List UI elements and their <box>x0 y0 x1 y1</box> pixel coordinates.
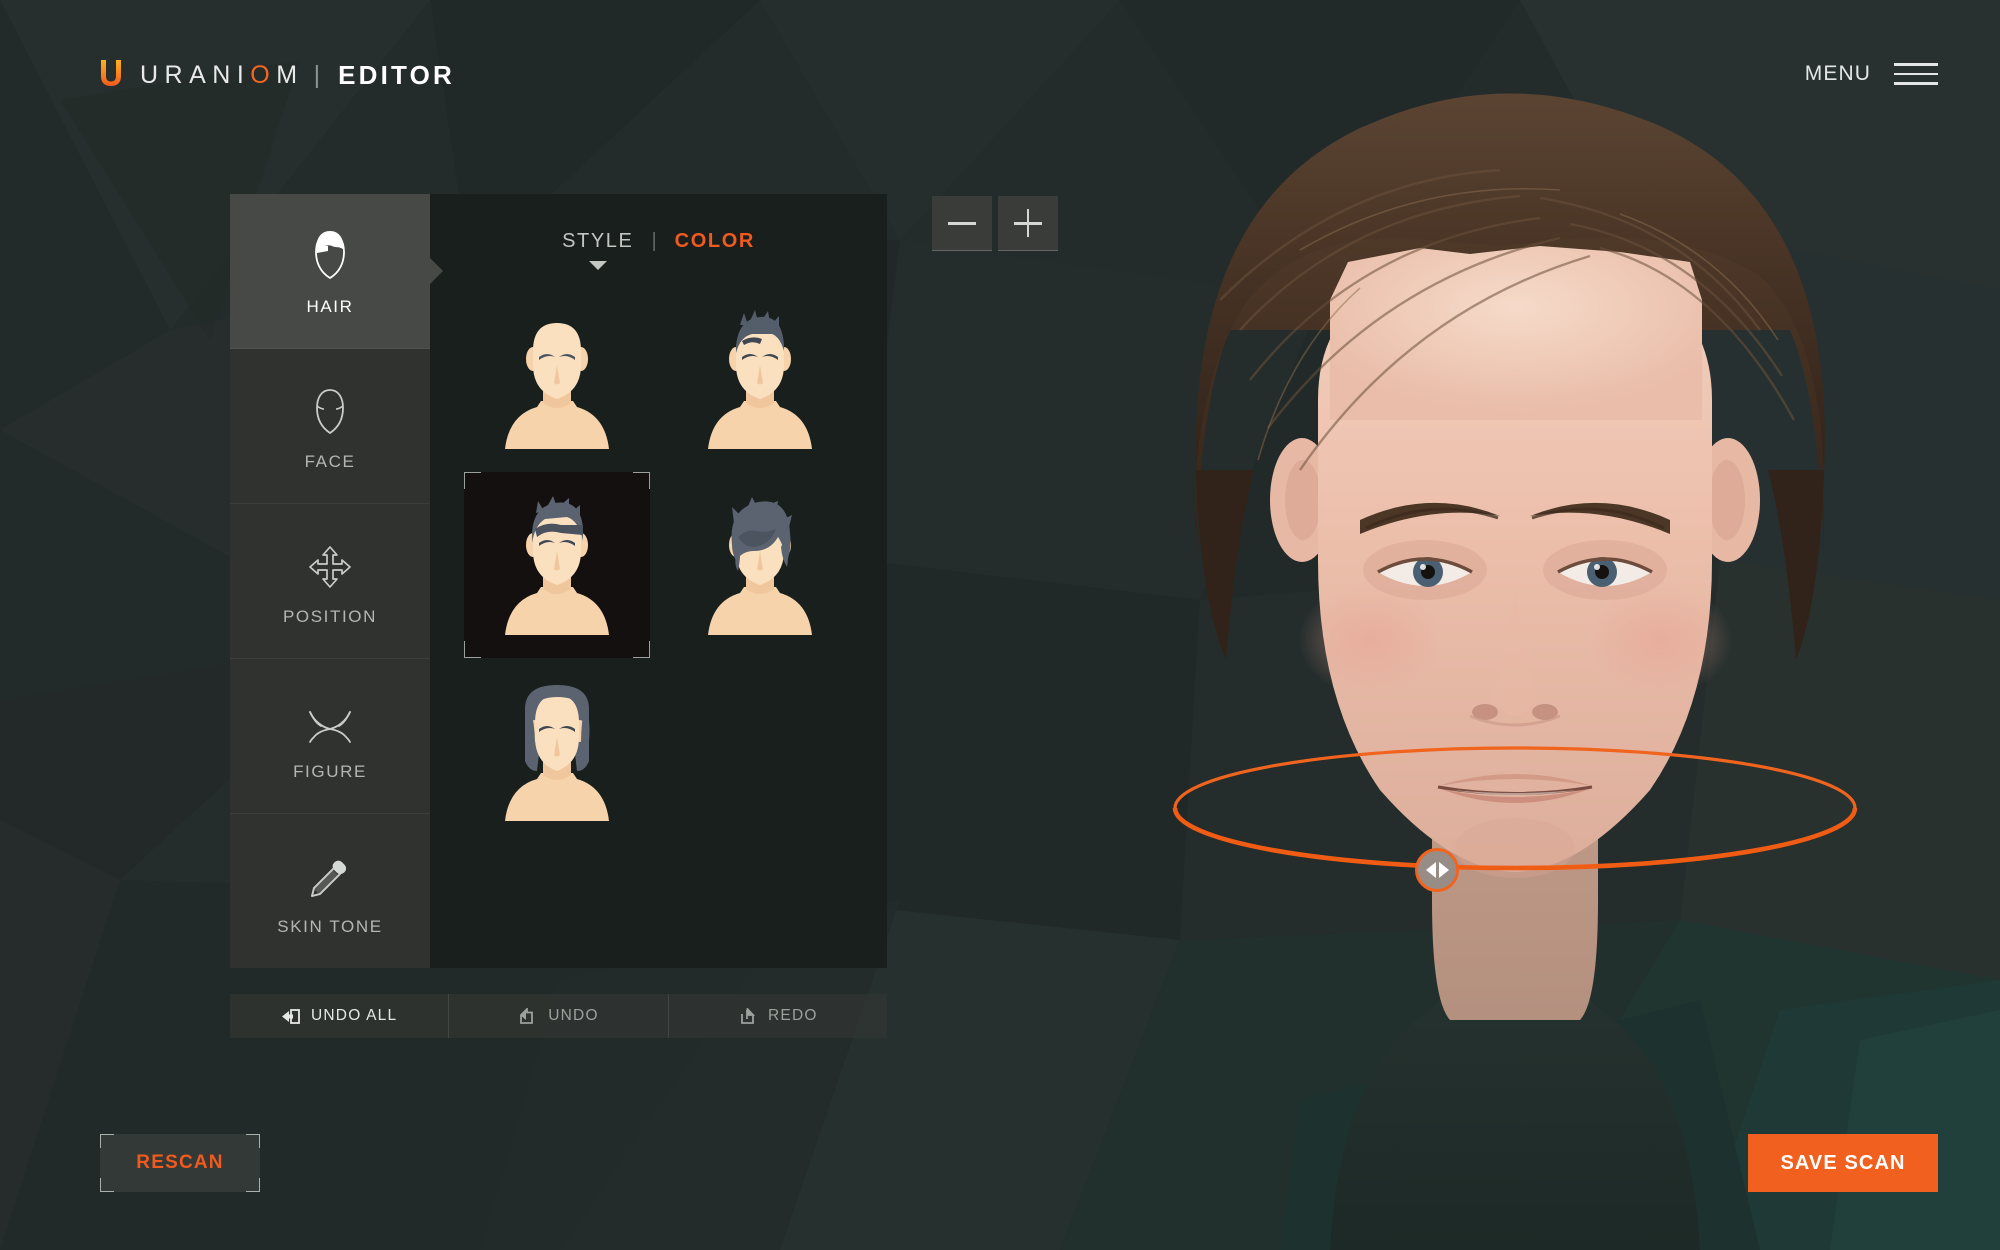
sidebar-label-figure: FIGURE <box>293 761 367 781</box>
redo-label: REDO <box>768 1007 818 1024</box>
hair-head-icon <box>308 226 352 280</box>
menu-button[interactable]: MENU <box>1805 62 1938 86</box>
options-column: STYLE | COLOR <box>430 194 887 968</box>
zoom-controls <box>932 196 1058 251</box>
hairstyle-thumb-bald[interactable] <box>464 286 650 472</box>
undo-label: UNDO <box>548 1007 599 1024</box>
menu-label: MENU <box>1804 62 1871 85</box>
sidebar-item-hair[interactable]: HAIR <box>230 194 443 349</box>
shoulders-icon <box>304 691 356 745</box>
hairstyle-thumb-short-spiky[interactable] <box>667 286 853 472</box>
sidebar-item-figure[interactable]: FIGURE <box>230 659 430 814</box>
undo-button[interactable]: UNDO <box>449 994 669 1038</box>
selection-corner-icon <box>464 641 482 658</box>
hairstyle-thumb-messy-fringe[interactable] <box>667 472 853 658</box>
sidebar-label-position: POSITION <box>282 606 378 626</box>
hairstyle-thumb-short-sidepart[interactable] <box>464 472 651 658</box>
sidebar-label-hair: HAIR <box>306 296 354 316</box>
avatar-3d-viewport[interactable] <box>1000 0 2000 1250</box>
undo-all-icon <box>281 1008 300 1025</box>
hairstyle-thumb-medium-bob[interactable] <box>464 658 650 844</box>
zoom-out-button[interactable] <box>932 196 992 251</box>
bracket-corner-icon <box>246 1134 260 1148</box>
brand-editor-label: EDITOR <box>338 59 456 90</box>
sidebar-item-face[interactable]: FACE <box>230 349 430 504</box>
hamburger-icon[interactable] <box>1894 63 1938 85</box>
tab-style-label: STYLE <box>562 229 634 252</box>
bracket-corner-icon <box>246 1178 260 1192</box>
category-sidebar: HAIR FACE POSITION FIGURE SKIN TONE <box>230 194 443 968</box>
rotate-right-arrow-icon <box>1438 862 1449 878</box>
redo-button[interactable]: REDO <box>669 994 887 1038</box>
chevron-down-icon <box>588 260 607 270</box>
undo-all-label: UNDO ALL <box>311 1007 398 1024</box>
hairstyle-grid <box>430 282 887 968</box>
rescan-button[interactable]: RESCAN <box>100 1134 260 1192</box>
brand-wordmark: URANI O M <box>140 61 304 90</box>
move-arrows-icon <box>307 536 353 590</box>
zoom-in-button[interactable] <box>998 196 1058 251</box>
active-pointer-icon <box>429 257 443 285</box>
brand-logo[interactable]: URANI O M | EDITOR <box>98 56 455 94</box>
sidebar-item-position[interactable]: POSITION <box>230 504 430 659</box>
top-bar: URANI O M | EDITOR MENU <box>0 0 2000 140</box>
brand-separator: | <box>313 60 321 89</box>
undo-icon <box>518 1007 537 1025</box>
redo-icon <box>738 1007 757 1025</box>
style-color-tabs: STYLE | COLOR <box>430 194 887 282</box>
sidebar-item-skin-tone[interactable]: SKIN TONE <box>230 814 430 968</box>
rotate-handle[interactable] <box>1415 848 1459 892</box>
bracket-corner-icon <box>100 1178 114 1192</box>
save-scan-button[interactable]: SAVE SCAN <box>1748 1134 1938 1192</box>
brand-text-m: M <box>276 60 304 89</box>
eyedropper-icon <box>308 846 352 900</box>
face-outline-icon <box>310 381 350 435</box>
selection-corner-icon <box>633 472 651 489</box>
sidebar-label-face: FACE <box>304 451 356 471</box>
undo-all-button[interactable]: UNDO ALL <box>230 994 450 1038</box>
rescan-label: RESCAN <box>136 1152 224 1173</box>
bracket-corner-icon <box>100 1134 114 1148</box>
editor-panel: HAIR FACE POSITION FIGURE SKIN TONE STYL… <box>230 194 887 968</box>
sidebar-label-skin-tone: SKIN TONE <box>277 916 383 936</box>
save-scan-label: SAVE SCAN <box>1780 1151 1906 1174</box>
selection-corner-icon <box>464 472 482 489</box>
tab-color-label: COLOR <box>674 229 755 252</box>
brand-text-o: O <box>250 60 277 89</box>
plus-icon <box>1014 209 1042 237</box>
selection-corner-icon <box>633 641 651 658</box>
tab-style[interactable]: STYLE <box>544 229 651 270</box>
brand-text-urani: URANI <box>140 60 251 89</box>
rotate-left-arrow-icon <box>1425 862 1436 878</box>
history-bar: UNDO ALL UNDO REDO <box>230 994 887 1038</box>
uraniom-u-icon <box>98 59 124 89</box>
tab-color[interactable]: COLOR <box>657 230 773 253</box>
minus-icon <box>948 209 976 237</box>
